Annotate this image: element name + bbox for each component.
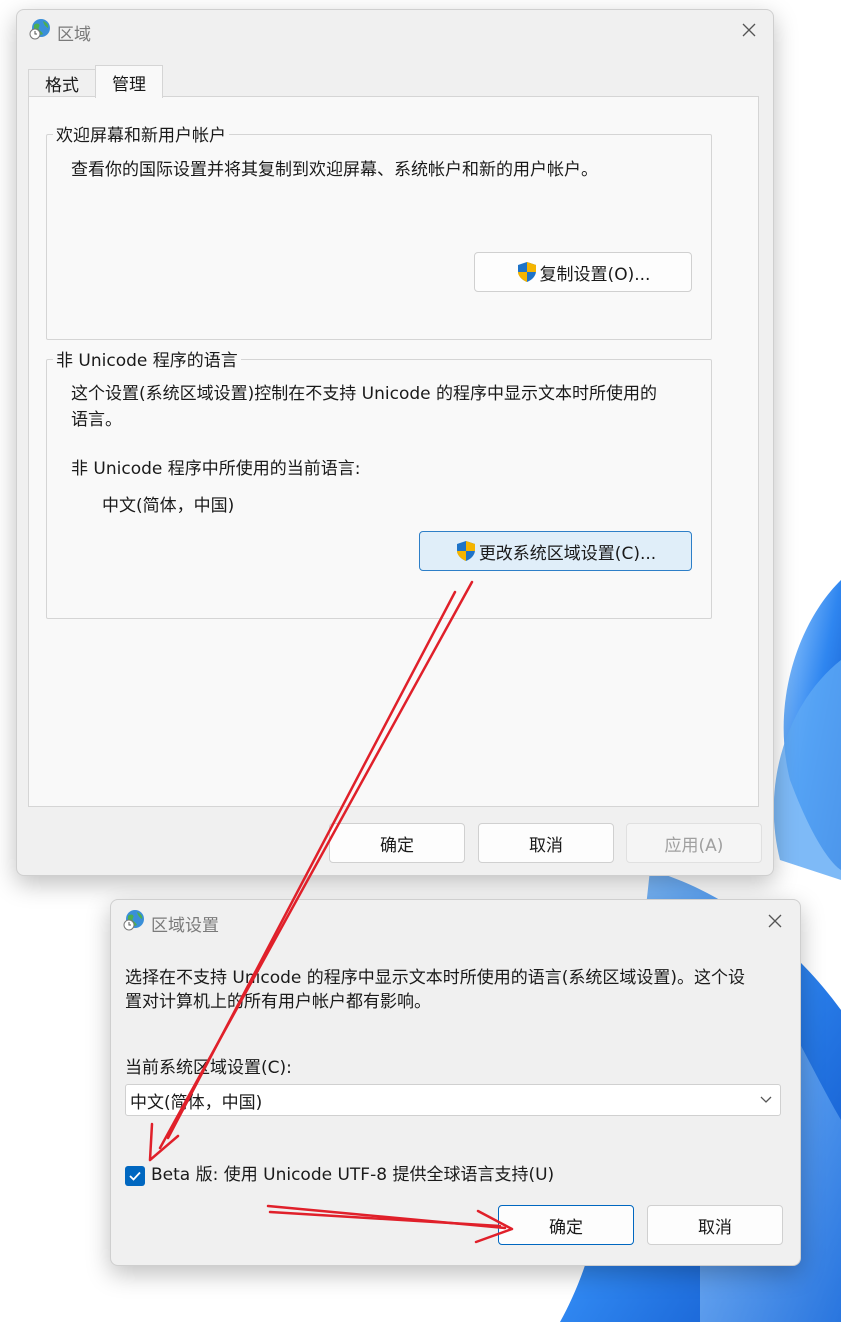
tab-panel: 欢迎屏幕和新用户帐户 查看你的国际设置并将其复制到欢迎屏幕、系统帐户和新的用户帐… bbox=[28, 96, 759, 807]
close-icon bbox=[768, 914, 782, 928]
tab-format[interactable]: 格式 bbox=[28, 69, 96, 97]
dialog-title-bar[interactable]: 区域设置 bbox=[111, 900, 800, 940]
close-button[interactable] bbox=[726, 14, 772, 46]
dialog-cancel-button[interactable]: 取消 bbox=[647, 1205, 783, 1245]
window-title: 区域 bbox=[57, 25, 91, 45]
globe-clock-icon bbox=[123, 910, 144, 931]
checkmark-icon bbox=[129, 1171, 141, 1181]
globe-clock-icon bbox=[29, 19, 50, 40]
locale-dropdown[interactable]: 中文(简体，中国) bbox=[125, 1084, 781, 1116]
welcome-group-label: 欢迎屏幕和新用户帐户 bbox=[53, 121, 229, 146]
dialog-description-line2: 置对计算机上的所有用户帐户都有影响。 bbox=[125, 992, 431, 1012]
dialog-title: 区域设置 bbox=[151, 916, 219, 936]
non-unicode-group-label: 非 Unicode 程序的语言 bbox=[53, 346, 241, 371]
cancel-button[interactable]: 取消 bbox=[478, 823, 614, 863]
utf8-beta-checkbox[interactable] bbox=[125, 1166, 145, 1186]
tab-administrative[interactable]: 管理 bbox=[95, 65, 163, 98]
utf8-beta-label[interactable]: Beta 版: 使用 Unicode UTF-8 提供全球语言支持(U) bbox=[151, 1162, 554, 1188]
locale-dropdown-value: 中文(简体，中国) bbox=[130, 1093, 263, 1113]
non-unicode-description-line1: 这个设置(系统区域设置)控制在不支持 Unicode 的程序中显示文本时所使用的 bbox=[71, 384, 658, 404]
change-system-locale-button[interactable]: 更改系统区域设置(C)... bbox=[419, 531, 692, 571]
close-icon bbox=[742, 23, 756, 37]
uac-shield-icon bbox=[456, 541, 475, 561]
locale-label: 当前系统区域设置(C): bbox=[125, 1058, 292, 1078]
copy-settings-button[interactable]: 复制设置(O)... bbox=[474, 252, 692, 292]
copy-settings-label: 复制设置(O)... bbox=[539, 264, 651, 285]
apply-button[interactable]: 应用(A) bbox=[626, 823, 762, 863]
region-window: 区域 格式 管理 欢迎屏幕和新用户帐户 查看你的国际设置并将其复制到欢迎屏幕、系… bbox=[16, 9, 774, 876]
dialog-close-button[interactable] bbox=[752, 905, 798, 937]
uac-shield-icon bbox=[517, 262, 536, 282]
dialog-ok-button[interactable]: 确定 bbox=[498, 1205, 634, 1245]
title-bar[interactable]: 区域 bbox=[17, 10, 773, 50]
region-settings-dialog: 区域设置 选择在不支持 Unicode 的程序中显示文本时所使用的语言(系统区域… bbox=[110, 899, 801, 1266]
change-system-locale-label: 更改系统区域设置(C)... bbox=[478, 543, 657, 564]
dialog-description-line1: 选择在不支持 Unicode 的程序中显示文本时所使用的语言(系统区域设置)。这… bbox=[125, 968, 746, 988]
chevron-down-icon bbox=[760, 1096, 772, 1103]
ok-button[interactable]: 确定 bbox=[329, 823, 465, 863]
welcome-description: 查看你的国际设置并将其复制到欢迎屏幕、系统帐户和新的用户帐户。 bbox=[71, 160, 598, 180]
current-language-label: 非 Unicode 程序中所使用的当前语言: bbox=[71, 459, 361, 479]
non-unicode-description-line2: 语言。 bbox=[71, 410, 122, 430]
current-language-value: 中文(简体，中国) bbox=[102, 496, 235, 516]
